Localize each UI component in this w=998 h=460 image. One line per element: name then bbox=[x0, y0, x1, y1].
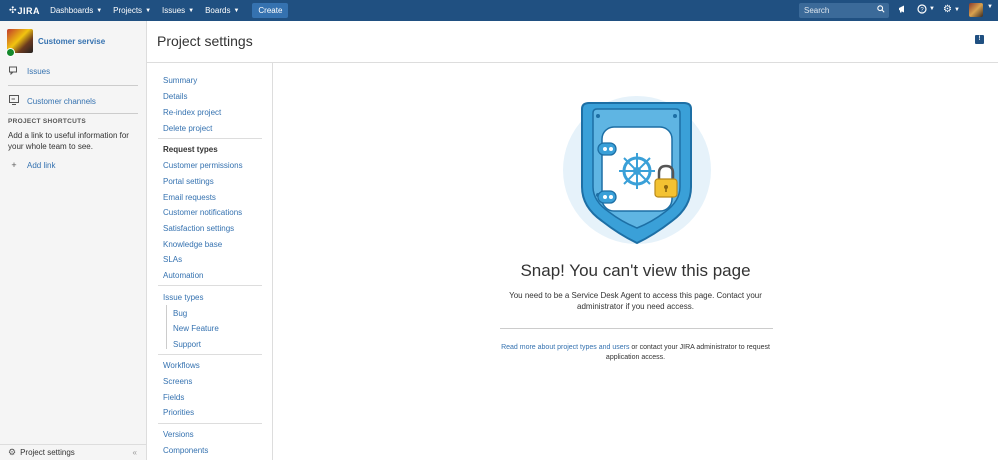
settings-nav-portal-settings[interactable]: Portal settings bbox=[163, 177, 214, 186]
feedback-icon[interactable]: ! bbox=[975, 35, 984, 44]
sidebar-footer-project-settings[interactable]: ⚙ Project settings « bbox=[0, 444, 146, 460]
gear-icon: ⚙ bbox=[8, 447, 17, 457]
user-avatar[interactable] bbox=[969, 3, 983, 17]
jira-logo-text: JIRA bbox=[17, 5, 41, 16]
divider bbox=[158, 423, 262, 424]
settings-nav-request-types[interactable]: Request types bbox=[163, 145, 218, 154]
error-message-line-1: You need to be a Service Desk Agent to a… bbox=[509, 291, 762, 300]
nav-projects[interactable]: Projects ▼ bbox=[113, 6, 151, 15]
create-button[interactable]: Create bbox=[252, 3, 289, 18]
customer-channels-icon bbox=[8, 95, 20, 107]
sidebar-item-issues[interactable]: Issues bbox=[8, 66, 50, 77]
search-icon bbox=[877, 5, 885, 15]
chevron-down-icon: ▼ bbox=[233, 7, 240, 14]
chevron-down-icon: ▼ bbox=[145, 7, 152, 14]
read-more-rest: or contact your JIRA administrator to re… bbox=[629, 344, 770, 351]
chevron-down-icon: ▼ bbox=[929, 6, 935, 12]
notifications-megaphone-icon[interactable] bbox=[898, 4, 908, 14]
help-icon[interactable]: ? ▼ bbox=[917, 4, 935, 14]
caret-glyph: ▼ bbox=[987, 4, 993, 10]
nav-projects-label: Projects bbox=[113, 6, 143, 15]
gear-icon: ⚙ bbox=[943, 4, 952, 15]
page-header: Project settings ! bbox=[147, 21, 998, 63]
settings-nav-issue-type-support[interactable]: Support bbox=[173, 340, 201, 349]
nav-dashboards[interactable]: Dashboards ▼ bbox=[50, 6, 102, 15]
add-link-button[interactable]: + Add link bbox=[8, 160, 55, 170]
settings-nav-priorities[interactable]: Priorities bbox=[163, 408, 194, 417]
settings-nav-issue-type-new-feature[interactable]: New Feature bbox=[173, 324, 219, 333]
settings-nav-screens[interactable]: Screens bbox=[163, 377, 192, 386]
chevron-down-icon: ▼ bbox=[953, 6, 960, 13]
settings-gear-icon[interactable]: ⚙ ▼ bbox=[943, 4, 960, 15]
settings-nav-issue-type-bug[interactable]: Bug bbox=[173, 309, 187, 318]
nav-issues-label: Issues bbox=[162, 6, 186, 15]
search-input[interactable]: Search bbox=[799, 3, 889, 18]
settings-nav-delete-project[interactable]: Delete project bbox=[163, 124, 212, 133]
settings-nav-issue-types[interactable]: Issue types bbox=[163, 293, 203, 302]
jira-logo[interactable]: ✣ JIRA bbox=[9, 5, 40, 16]
sidebar-item-label: Issues bbox=[27, 67, 51, 76]
chevron-down-icon: ▼ bbox=[188, 7, 195, 14]
project-shortcuts-heading: PROJECT SHORTCUTS bbox=[8, 118, 87, 125]
settings-nav-customer-permissions[interactable]: Customer permissions bbox=[163, 161, 243, 170]
main-content: Snap! You can't view this page You need … bbox=[273, 63, 998, 460]
nav-dashboards-label: Dashboards bbox=[50, 6, 94, 15]
project-settings-label: Project settings bbox=[20, 448, 75, 457]
project-avatar bbox=[6, 29, 33, 57]
locked-safe-illustration bbox=[562, 95, 712, 245]
divider bbox=[158, 138, 262, 139]
sidebar-item-customer-channels[interactable]: Customer channels bbox=[8, 95, 96, 107]
settings-nav-satisfaction-settings[interactable]: Satisfaction settings bbox=[163, 224, 234, 233]
settings-nav-workflows[interactable]: Workflows bbox=[163, 361, 200, 370]
top-navigation-bar: ✣ JIRA Dashboards ▼ Projects ▼ Issues ▼ Boa… bbox=[0, 0, 998, 21]
plus-icon: + bbox=[11, 160, 17, 170]
nav-boards-label: Boards bbox=[205, 6, 231, 15]
divider bbox=[158, 354, 262, 355]
error-message-line-2: administrator if you need access. bbox=[577, 302, 694, 311]
project-shortcuts-description: Add a link to useful information for you… bbox=[8, 131, 129, 151]
settings-nav-summary[interactable]: Summary bbox=[163, 76, 197, 85]
divider bbox=[8, 113, 138, 114]
divider bbox=[500, 328, 773, 329]
error-title: Snap! You can't view this page bbox=[520, 261, 751, 280]
settings-nav-automation[interactable]: Automation bbox=[163, 271, 203, 280]
read-more-line-2: application access. bbox=[605, 354, 666, 361]
settings-nav-knowledge-base[interactable]: Knowledge base bbox=[163, 240, 222, 249]
search-placeholder: Search bbox=[804, 6, 830, 15]
page-title: Project settings bbox=[157, 33, 253, 49]
settings-nav-customer-notifications[interactable]: Customer notifications bbox=[163, 208, 242, 217]
settings-nav-slas[interactable]: SLAs bbox=[163, 255, 182, 264]
settings-navigation: Summary Details Re-index project Delete … bbox=[147, 63, 273, 460]
settings-nav-versions[interactable]: Versions bbox=[163, 430, 194, 439]
settings-nav-details[interactable]: Details bbox=[163, 92, 187, 101]
status-badge bbox=[6, 48, 15, 57]
settings-nav-reindex[interactable]: Re-index project bbox=[163, 108, 221, 117]
settings-nav-email-requests[interactable]: Email requests bbox=[163, 193, 216, 202]
jira-logo-icon: ✣ bbox=[9, 5, 17, 15]
error-message: You need to be a Service Desk Agent to a… bbox=[273, 290, 998, 312]
chevron-down-icon: ▼ bbox=[96, 7, 103, 14]
chevron-down-icon[interactable]: ▼ bbox=[985, 4, 993, 10]
project-sidebar: Customer servise Issues Customer channel… bbox=[0, 21, 147, 460]
add-link-label: Add link bbox=[27, 160, 56, 170]
settings-nav-components[interactable]: Components bbox=[163, 446, 208, 455]
nav-issues[interactable]: Issues ▼ bbox=[162, 6, 194, 15]
read-more-link[interactable]: Read more about project types and users bbox=[501, 344, 629, 351]
sidebar-item-label: Customer channels bbox=[27, 96, 96, 106]
project-header[interactable]: Customer servise bbox=[6, 29, 106, 57]
project-name: Customer servise bbox=[38, 36, 106, 46]
divider bbox=[158, 285, 262, 286]
settings-nav-fields[interactable]: Fields bbox=[163, 393, 184, 402]
issues-icon bbox=[8, 66, 20, 77]
nav-boards[interactable]: Boards ▼ bbox=[205, 6, 239, 15]
collapse-sidebar-icon[interactable]: « bbox=[133, 448, 137, 457]
divider bbox=[8, 85, 138, 86]
read-more-text: Read more about project types and users … bbox=[273, 343, 998, 363]
tree-line bbox=[166, 305, 167, 349]
